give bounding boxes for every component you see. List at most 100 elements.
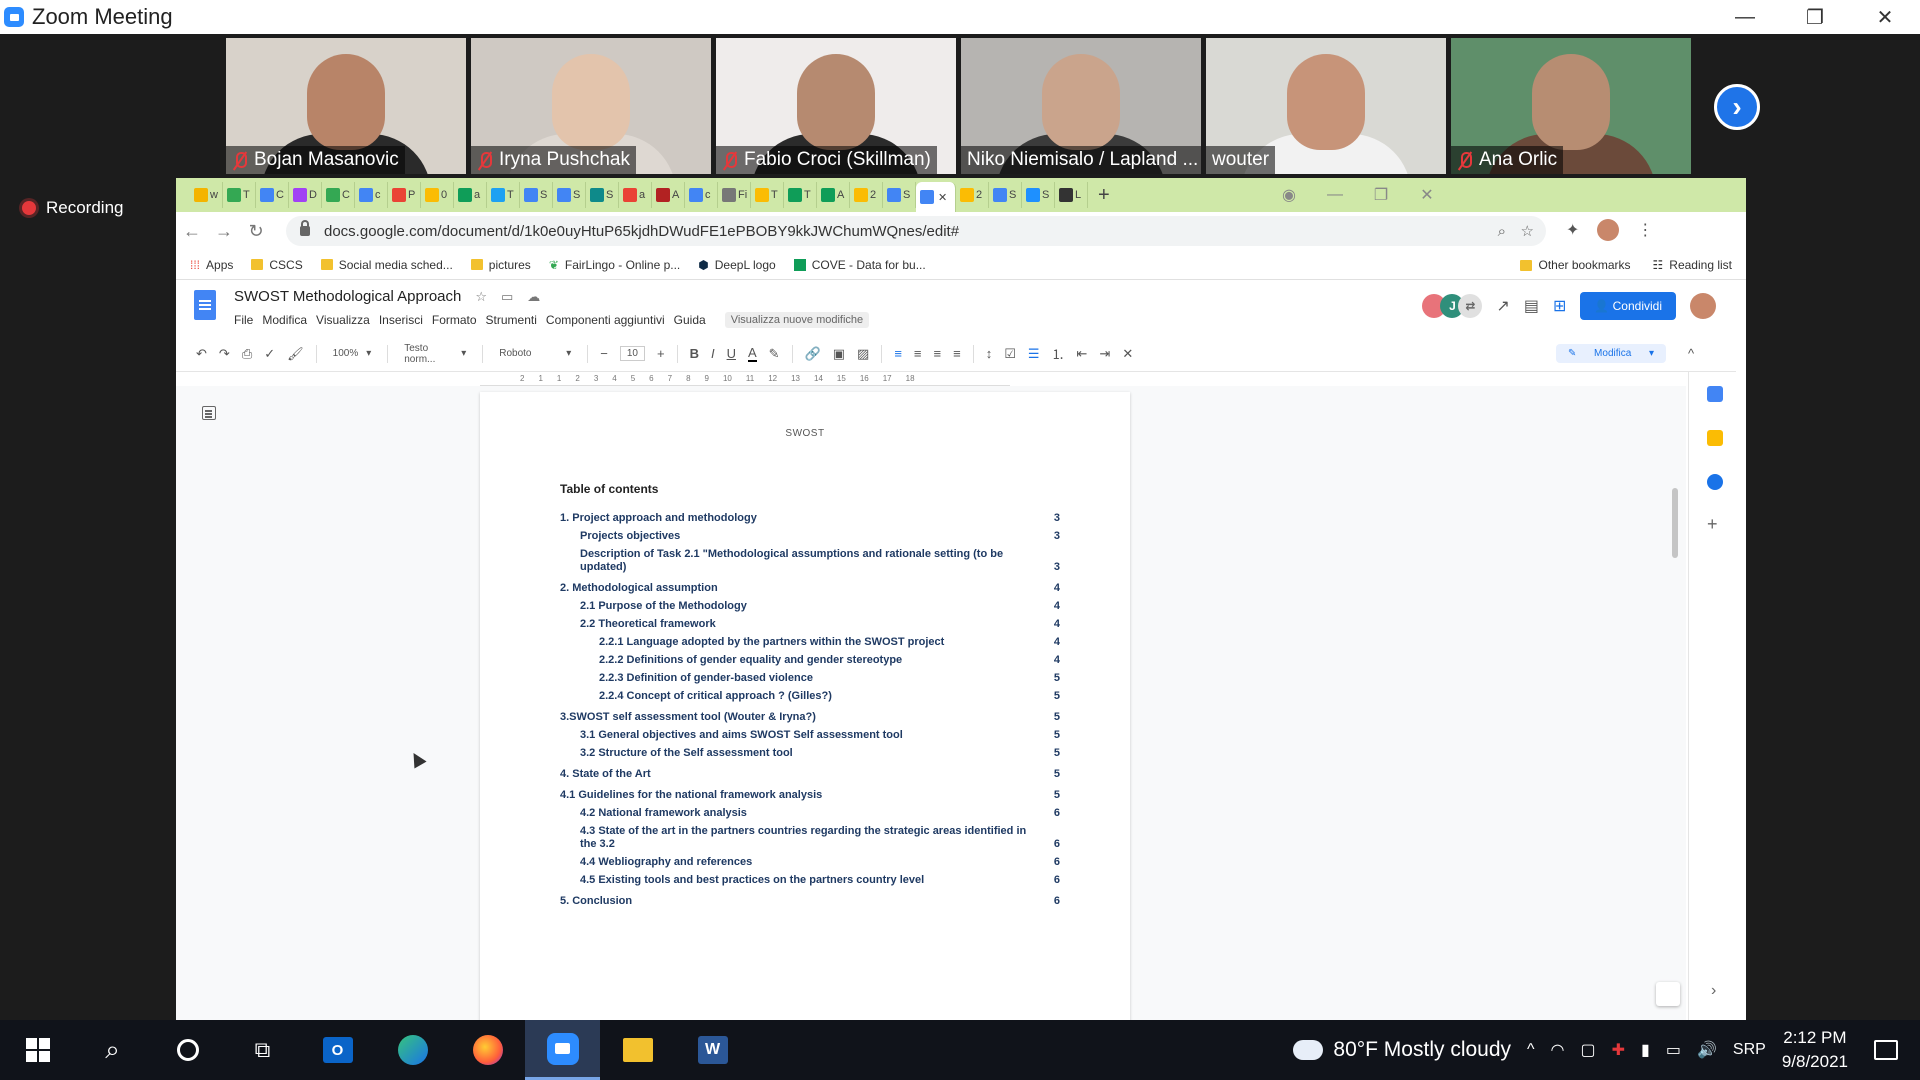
browser-tab[interactable]: 2 — [956, 182, 989, 208]
browser-tab[interactable]: S — [520, 182, 553, 208]
bulleted-list-icon[interactable]: ☰ — [1028, 346, 1040, 362]
toc-entry[interactable]: 4.3 State of the art in the partners cou… — [560, 825, 1060, 851]
editing-mode-select[interactable]: ✎ Modifica ▾ — [1556, 344, 1666, 363]
activity-icon[interactable]: ↗ — [1496, 296, 1509, 316]
browser-restore-button[interactable]: ❐ — [1358, 185, 1404, 205]
minimize-button[interactable]: — — [1710, 0, 1780, 34]
battery-icon[interactable]: ▭ — [1666, 1040, 1681, 1060]
browser-tab[interactable]: a — [619, 182, 652, 208]
collapse-icon[interactable]: ^ — [1688, 346, 1694, 361]
docs-logo-icon[interactable] — [194, 290, 216, 320]
browser-tab[interactable]: A — [652, 182, 685, 208]
toc-entry[interactable]: 2.2 Theoretical framework 4 — [560, 618, 1060, 631]
expand-panel-icon[interactable]: › — [1711, 982, 1716, 1000]
microphone-icon[interactable]: ▮ — [1641, 1040, 1650, 1060]
print-icon[interactable]: ⎙ — [242, 346, 252, 362]
browser-tab[interactable]: T — [223, 182, 256, 208]
menu-item[interactable]: Formato — [432, 313, 477, 327]
participant-tile[interactable]: Bojan Masanovic — [226, 38, 466, 174]
participant-tile[interactable]: Niko Niemisalo / Lapland ... — [961, 38, 1201, 174]
bookmark-item[interactable]: ⁞⁞⁞ Apps — [190, 258, 233, 272]
browser-tab[interactable]: T — [784, 182, 817, 208]
browser-tab[interactable]: A — [817, 182, 850, 208]
toc-entry[interactable]: Projects objectives 3 — [560, 530, 1060, 543]
browser-tab[interactable]: D — [289, 182, 322, 208]
undo-icon[interactable]: ↶ — [196, 346, 207, 362]
line-spacing-icon[interactable]: ↕ — [986, 346, 993, 361]
bookmark-item[interactable]: ⬢ DeepL logo — [698, 258, 775, 272]
browser-tab[interactable]: T — [487, 182, 520, 208]
toc-entry[interactable]: 1. Project approach and methodology 3 — [560, 512, 1060, 525]
firefox-app[interactable] — [450, 1020, 525, 1080]
profile-avatar[interactable] — [1597, 219, 1620, 241]
browser-close-button[interactable]: ✕ — [1404, 185, 1450, 205]
align-left-icon[interactable]: ≡ — [894, 346, 902, 361]
browser-tab[interactable]: C — [256, 182, 289, 208]
task-view-button[interactable]: ⧉ — [225, 1020, 300, 1080]
numbered-list-icon[interactable]: ⒈ — [1052, 344, 1065, 363]
calendar-icon[interactable] — [1707, 386, 1723, 402]
clock[interactable]: 2:12 PM 9/8/2021 — [1782, 1026, 1848, 1074]
participant-tile[interactable]: wouter — [1206, 38, 1446, 174]
ruler[interactable]: 2 1 1 2 3 4 5 6 7 8 9 10 11 12 13 14 15 16 17 18 — [480, 372, 1010, 386]
star-icon[interactable]: ☆ — [1521, 222, 1534, 240]
gift-icon[interactable]: ✚ — [1612, 1040, 1625, 1060]
browser-tab[interactable]: c — [355, 182, 388, 208]
image-icon[interactable]: ▨ — [857, 346, 869, 362]
align-center-icon[interactable]: ≡ — [914, 346, 922, 361]
browser-minimize-button[interactable]: — — [1312, 186, 1358, 204]
browser-tab[interactable]: S — [553, 182, 586, 208]
language-indicator[interactable]: SRP — [1733, 1041, 1766, 1059]
menu-item[interactable]: Guida — [674, 313, 706, 327]
comments-icon[interactable]: ▤ — [1524, 296, 1539, 316]
browser-tab[interactable]: S — [586, 182, 619, 208]
toc-entry[interactable]: 2.2.3 Definition of gender-based violenc… — [560, 672, 1060, 685]
checklist-icon[interactable]: ☑ — [1004, 346, 1016, 362]
decrease-font-icon[interactable]: − — [600, 346, 608, 361]
toc-entry[interactable]: 4.2 National framework analysis 6 — [560, 807, 1060, 820]
extensions-icon[interactable]: ✦ — [1566, 220, 1579, 240]
bookmark-item[interactable]: Social media sched... — [320, 258, 453, 272]
tasks-icon[interactable] — [1707, 474, 1723, 490]
browser-menu-icon[interactable]: ⋮ — [1637, 220, 1653, 240]
bookmark-item[interactable]: COVE - Data for bu... — [793, 258, 926, 272]
highlight-icon[interactable]: ✎ — [769, 346, 780, 362]
menu-item[interactable]: File — [234, 313, 253, 327]
toc-entry[interactable]: 2. Methodological assumption 4 — [560, 582, 1060, 595]
align-justify-icon[interactable]: ≡ — [953, 346, 961, 361]
participant-tile[interactable]: Ana Orlic — [1451, 38, 1691, 174]
underline-icon[interactable]: U — [727, 346, 736, 361]
paint-format-icon[interactable]: 🖌 — [287, 346, 304, 362]
browser-tab[interactable]: ✕ — [916, 182, 956, 212]
document-page[interactable]: SWOST Table of contents 1. Project appro… — [480, 392, 1130, 1020]
toc-entry[interactable]: 2.2.2 Definitions of gender equality and… — [560, 654, 1060, 667]
outlook-app[interactable]: O — [300, 1020, 375, 1080]
share-button[interactable]: 👤 Condividi — [1580, 292, 1676, 320]
toc-entry[interactable]: 3.SWOST self assessment tool (Wouter & I… — [560, 711, 1060, 724]
cortana-button[interactable] — [150, 1020, 225, 1080]
participant-tile[interactable]: Iryna Pushchak — [471, 38, 711, 174]
bookmark-item[interactable]: pictures — [470, 258, 531, 272]
italic-icon[interactable]: I — [711, 346, 715, 361]
participant-tile[interactable]: Fabio Croci (Skillman) — [716, 38, 956, 174]
reload-icon[interactable]: ↻ — [240, 221, 272, 242]
font-size-input[interactable]: 10 — [619, 346, 645, 361]
browser-tab[interactable]: P — [388, 182, 421, 208]
menu-item[interactable]: Componenti aggiuntivi — [546, 313, 665, 327]
tab-search-icon[interactable]: ◉ — [1266, 185, 1312, 205]
keep-icon[interactable] — [1707, 430, 1723, 446]
toc-entry[interactable]: Description of Task 2.1 "Methodological … — [560, 548, 1060, 574]
meet-now-icon[interactable]: ▢ — [1581, 1040, 1596, 1060]
weather-widget[interactable]: 80°F Mostly cloudy — [1287, 1032, 1511, 1062]
next-page-button[interactable]: › — [1714, 84, 1760, 130]
zoom-icon[interactable]: ⌕ — [1498, 223, 1506, 240]
menu-item[interactable]: Modifica — [262, 313, 307, 327]
zoom-app[interactable] — [525, 1020, 600, 1080]
browser-tab[interactable]: L — [1055, 182, 1088, 208]
style-select[interactable]: Testo norm... ▾ — [400, 343, 470, 365]
browser-tab[interactable]: T — [751, 182, 784, 208]
search-button[interactable]: ⌕ — [75, 1020, 150, 1080]
browser-tab[interactable]: S — [1022, 182, 1055, 208]
browser-tab[interactable]: c — [685, 182, 718, 208]
toc-entry[interactable]: 5. Conclusion 6 — [560, 895, 1060, 908]
